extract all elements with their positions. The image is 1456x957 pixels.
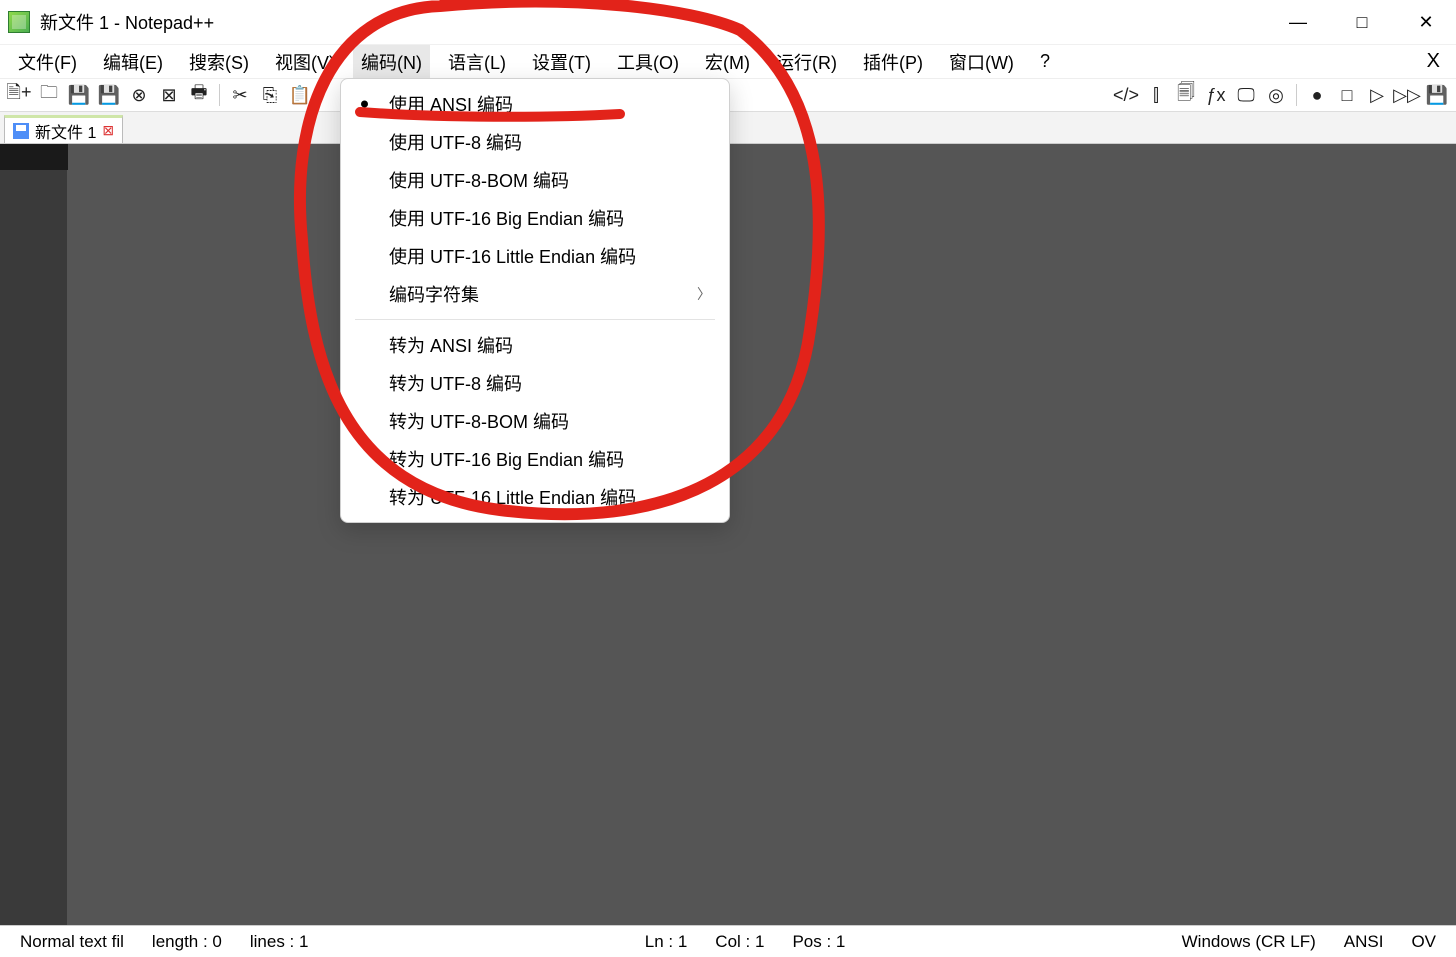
menu-item-label: 编码字符集 [389,281,479,307]
window-title: 新文件 1 - Notepad++ [40,9,214,35]
menu-run[interactable]: 运行(R) [768,45,845,79]
convert-utf16-be[interactable]: 转为 UTF-16 Big Endian 编码 [341,440,729,478]
save-macro-icon[interactable]: 💾 [1424,82,1450,108]
status-position: Pos : 1 [778,932,859,952]
document-tab[interactable]: 新文件 1 ⊠ [4,115,123,143]
minimize-button[interactable]: — [1286,12,1310,33]
status-column: Col : 1 [701,932,778,952]
menu-item-label: 转为 UTF-16 Big Endian 编码 [389,446,624,472]
doc-map-icon[interactable]: ⫿ [1143,82,1169,108]
menu-file[interactable]: 文件(F) [10,45,85,79]
menu-separator [355,319,715,320]
menu-item-label: 使用 UTF-8-BOM 编码 [389,167,569,193]
close-all-icon[interactable]: ⊠ [156,82,182,108]
tab-close-icon[interactable]: ⊠ [102,122,114,139]
status-lines: lines : 1 [236,932,323,952]
menu-item-label: 使用 UTF-16 Little Endian 编码 [389,243,636,269]
title-bar: 新文件 1 - Notepad++ — □ ✕ [0,0,1456,44]
encoding-utf8-bom[interactable]: 使用 UTF-8-BOM 编码 [341,161,729,199]
open-folder-icon[interactable]: 🗀 [36,82,62,108]
menu-window[interactable]: 窗口(W) [941,45,1022,79]
encoding-charset-submenu[interactable]: 编码字符集 〉 [341,275,729,313]
camera-icon[interactable]: ◎ [1263,82,1289,108]
status-language: Normal text fil [6,932,138,952]
bullet-selected-icon [361,101,368,108]
status-overwrite[interactable]: OV [1397,932,1450,952]
tab-save-icon [13,123,29,139]
encoding-utf16-le[interactable]: 使用 UTF-16 Little Endian 编码 [341,237,729,275]
status-length: length : 0 [138,932,236,952]
monitor-icon[interactable]: 🖵 [1233,82,1259,108]
menu-view[interactable]: 视图(V) [267,45,343,79]
menu-overflow[interactable]: X [1427,50,1446,73]
status-encoding[interactable]: ANSI [1330,932,1398,952]
chevron-right-icon: 〉 [697,284,711,304]
encoding-utf16-be[interactable]: 使用 UTF-16 Big Endian 编码 [341,199,729,237]
menu-search[interactable]: 搜索(S) [181,45,257,79]
toolbar-separator [219,84,220,106]
function-icon[interactable]: ƒx [1203,82,1229,108]
menu-bar: 文件(F) 编辑(E) 搜索(S) 视图(V) 编码(N) 语言(L) 设置(T… [0,44,1456,78]
encoding-ansi[interactable]: 使用 ANSI 编码 [341,85,729,123]
tab-label: 新文件 1 [35,119,96,143]
stop-icon[interactable]: □ [1334,82,1360,108]
menu-plugins[interactable]: 插件(P) [855,45,931,79]
toolbar-separator [1296,84,1297,106]
menu-item-label: 转为 UTF-16 Little Endian 编码 [389,484,636,510]
new-file-icon[interactable]: 🗎+ [6,82,32,108]
line-number-gutter: 1 [0,144,68,925]
cut-icon[interactable]: ✂ [227,82,253,108]
menu-edit[interactable]: 编辑(E) [95,45,171,79]
menu-item-label: 转为 UTF-8 编码 [389,370,522,396]
status-line: Ln : 1 [631,932,702,952]
fastfwd-icon[interactable]: ▷▷ [1394,82,1420,108]
convert-utf16-le[interactable]: 转为 UTF-16 Little Endian 编码 [341,478,729,516]
app-icon [8,11,30,33]
convert-utf8[interactable]: 转为 UTF-8 编码 [341,364,729,402]
text-editor[interactable] [68,144,1456,925]
menu-encoding[interactable]: 编码(N) [353,45,430,79]
print-icon[interactable]: 🖶 [186,82,212,108]
maximize-button[interactable]: □ [1350,12,1374,33]
close-file-icon[interactable]: ⊗ [126,82,152,108]
menu-macro[interactable]: 宏(M) [697,45,758,79]
toggle-code-icon[interactable]: </> [1113,82,1139,108]
status-eol[interactable]: Windows (CR LF) [1168,932,1330,952]
menu-help[interactable]: ? [1032,47,1058,76]
status-bar: Normal text fil length : 0 lines : 1 Ln … [0,925,1456,957]
menu-settings[interactable]: 设置(T) [524,45,599,79]
paste-icon[interactable]: 📋 [287,82,313,108]
menu-item-label: 转为 UTF-8-BOM 编码 [389,408,569,434]
encoding-utf8[interactable]: 使用 UTF-8 编码 [341,123,729,161]
menu-item-label: 使用 ANSI 编码 [389,91,513,117]
menu-item-label: 使用 UTF-16 Big Endian 编码 [389,205,624,231]
close-window-button[interactable]: ✕ [1414,12,1438,33]
doc-list-icon[interactable]: 🗐 [1173,82,1199,108]
menu-tools[interactable]: 工具(O) [609,45,687,79]
save-icon[interactable]: 💾 [66,82,92,108]
menu-item-label: 转为 ANSI 编码 [389,332,513,358]
play-icon[interactable]: ▷ [1364,82,1390,108]
convert-utf8-bom[interactable]: 转为 UTF-8-BOM 编码 [341,402,729,440]
menu-language[interactable]: 语言(L) [440,45,514,79]
copy-icon[interactable]: ⎘ [257,82,283,108]
convert-ansi[interactable]: 转为 ANSI 编码 [341,326,729,364]
record-icon[interactable]: ● [1304,82,1330,108]
save-all-icon[interactable]: 💾 [96,82,122,108]
menu-item-label: 使用 UTF-8 编码 [389,129,522,155]
encoding-dropdown: 使用 ANSI 编码 使用 UTF-8 编码 使用 UTF-8-BOM 编码 使… [340,78,730,523]
